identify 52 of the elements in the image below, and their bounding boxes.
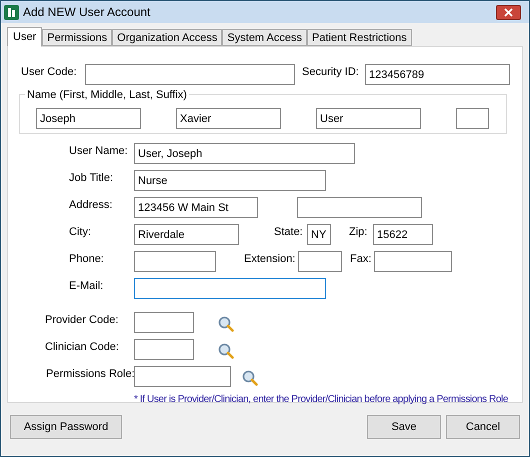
text-field[interactable]: Xavier — [176, 108, 281, 129]
field-label: Provider Code: — [45, 313, 120, 328]
text-field[interactable]: NY — [307, 224, 331, 245]
text-field[interactable] — [456, 108, 489, 129]
field-label: Security ID: — [302, 65, 360, 80]
text-field[interactable] — [134, 339, 194, 360]
group-legend: Name (First, Middle, Last, Suffix) — [25, 87, 189, 104]
app-icon — [4, 4, 19, 20]
note-text: * If User is Provider/Clinician, enter the Provider/Clinician before applying a Permissions Role — [134, 393, 508, 406]
tab[interactable]: Patient Restrictions — [307, 29, 412, 46]
field-label: Clinician Code: — [45, 340, 120, 355]
text-field[interactable]: 15622 — [373, 224, 433, 245]
field-label: City: — [69, 225, 92, 240]
cancel-button[interactable]: Cancel — [446, 415, 520, 439]
assign-password-button[interactable]: Assign Password — [10, 415, 122, 439]
field-label: Zip: — [349, 225, 368, 240]
field-label: User Code: — [21, 65, 78, 80]
close-icon — [504, 8, 513, 16]
field-label: E-Mail: — [69, 279, 104, 294]
search-icon[interactable] — [218, 316, 234, 332]
field-label: Job Title: — [69, 171, 114, 186]
text-field[interactable] — [134, 312, 194, 333]
search-icon[interactable] — [218, 343, 234, 359]
field-label: Address: — [69, 198, 114, 213]
field-label: Permissions Role: — [46, 367, 134, 382]
close-button[interactable] — [496, 4, 521, 20]
tab[interactable]: User — [7, 27, 42, 47]
save-button[interactable]: Save — [367, 415, 441, 439]
field-label: User Name: — [69, 144, 129, 159]
field-label: Phone: — [69, 252, 105, 267]
text-field[interactable]: 123456 W Main St — [134, 197, 258, 218]
text-field[interactable] — [297, 197, 422, 218]
text-field[interactable] — [134, 251, 216, 272]
text-field[interactable]: Joseph — [36, 108, 141, 129]
text-field[interactable] — [134, 366, 231, 387]
text-field[interactable] — [298, 251, 342, 272]
text-field[interactable]: Nurse — [134, 170, 326, 191]
field-label: State: — [274, 225, 304, 240]
tab[interactable]: System Access — [222, 29, 307, 46]
tab[interactable]: Organization Access — [112, 29, 222, 46]
text-field[interactable]: Riverdale — [134, 224, 239, 245]
field-label: Extension: — [244, 252, 296, 267]
text-field[interactable] — [134, 278, 326, 299]
field-label: Fax: — [350, 252, 372, 267]
window-title: Add NEW User Account — [23, 4, 150, 21]
search-icon[interactable] — [242, 370, 258, 386]
text-field[interactable]: User — [316, 108, 421, 129]
text-field[interactable]: 123456789 — [365, 64, 510, 85]
text-field[interactable] — [374, 251, 452, 272]
tab[interactable]: Permissions — [42, 29, 112, 46]
text-field[interactable]: User, Joseph — [134, 143, 355, 164]
text-field[interactable] — [85, 64, 295, 85]
